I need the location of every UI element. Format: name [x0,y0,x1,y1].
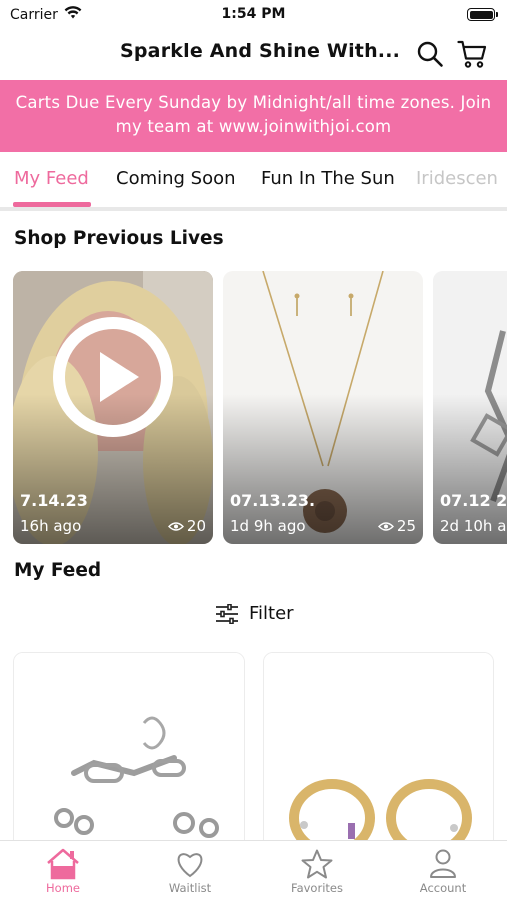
live-ago: 16h ago [20,517,82,535]
tabbar-favorites-label: Favorites [291,881,343,895]
product-image [264,653,493,851]
cart-button[interactable] [456,38,488,70]
tabbar-account[interactable]: Account [393,847,493,895]
category-tabs: My Feed Coming Soon Fun In The Sun Iride… [0,152,507,210]
tab-my-feed[interactable]: My Feed [14,168,89,189]
bottom-tab-bar: Home Waitlist Favorites Account [0,840,507,900]
tab-coming-soon[interactable]: Coming Soon [116,168,236,189]
live-views: 25 [377,517,416,535]
status-bar: Carrier 1:54 PM [0,0,507,30]
live-date: 07.13.23. [230,491,316,510]
product-image [14,653,244,851]
my-feed-title: My Feed [14,560,102,581]
product-card[interactable] [13,652,245,852]
tabbar-account-label: Account [419,881,467,895]
home-icon [47,848,79,880]
previous-lives-title: Shop Previous Lives [14,228,224,249]
tabbar-waitlist-label: Waitlist [168,881,212,895]
heart-icon [177,853,203,878]
live-views-count: 25 [396,517,416,535]
search-button[interactable] [414,38,446,70]
battery-icon [467,8,498,21]
tabs-divider [0,207,507,211]
tab-fun-in-the-sun[interactable]: Fun In The Sun [261,168,395,189]
page-title: Sparkle And Shine With... [120,40,401,62]
tabbar-home[interactable]: Home [13,847,113,895]
filter-button[interactable]: Filter [215,603,294,624]
live-date: 7.14.23 [20,491,88,510]
previous-lives-carousel[interactable]: 7.14.23 16h ago 20 07.13.23. 1d 9h ago 2… [0,271,507,545]
eye-icon [167,521,184,531]
live-views-count: 20 [186,517,206,535]
product-card[interactable] [263,652,494,852]
tabbar-favorites[interactable]: Favorites [267,847,367,895]
live-ago: 1d 9h ago [230,517,306,535]
star-icon [301,849,333,879]
cart-icon [457,40,487,68]
eye-icon [377,521,394,531]
search-icon [417,41,443,67]
app-header: Sparkle And Shine With... [0,30,507,78]
live-views: 20 [167,517,206,535]
live-card[interactable]: 07.12 23 2d 10h a [433,271,507,544]
filter-label: Filter [249,603,294,624]
tabbar-waitlist[interactable]: Waitlist [140,847,240,895]
status-time: 1:54 PM [221,6,286,22]
tabbar-home-label: Home [46,881,80,895]
live-date: 07.12 23 [440,491,507,510]
live-card[interactable]: 07.13.23. 1d 9h ago 25 [223,271,423,544]
live-card[interactable]: 7.14.23 16h ago 20 [13,271,213,544]
tab-iridescent[interactable]: Iridescen [416,168,498,189]
play-icon[interactable] [51,315,175,439]
live-ago: 2d 10h a [440,517,507,535]
account-icon [430,849,456,878]
filter-icon [216,603,238,624]
announcement-banner: Carts Due Every Sunday by Midnight/all t… [0,80,507,152]
banner-text: Carts Due Every Sunday by Midnight/all t… [15,93,492,136]
